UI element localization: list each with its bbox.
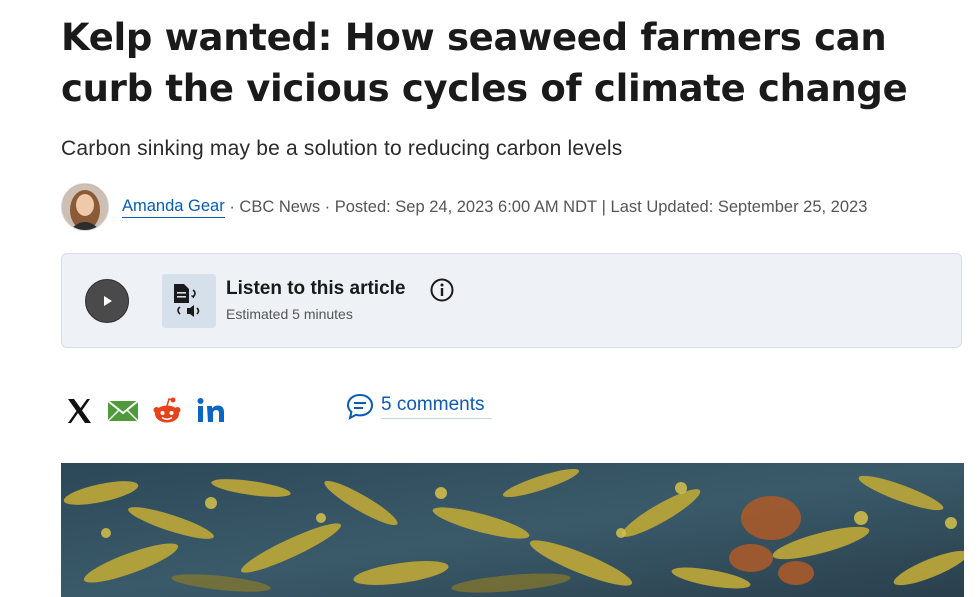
listen-estimate: Estimated 5 minutes: [226, 306, 353, 322]
share-reddit-button[interactable]: [149, 393, 185, 429]
comments-link[interactable]: 5 comments: [346, 392, 493, 420]
byline-source: · CBC News ·: [224, 197, 335, 216]
listen-title: Listen to this article: [226, 278, 406, 299]
play-icon: [104, 296, 112, 306]
comment-bubble-icon: [346, 393, 374, 420]
share-linkedin-button[interactable]: [193, 393, 229, 429]
play-button[interactable]: [85, 279, 129, 323]
linkedin-icon: [197, 398, 224, 422]
x-icon: [68, 399, 91, 423]
reddit-icon: [153, 397, 181, 423]
info-icon[interactable]: [430, 278, 454, 302]
updated-date: Last Updated: September 25, 2023: [610, 197, 868, 216]
article-headline: Kelp wanted: How seaweed farmers can cur…: [61, 16, 908, 110]
posted-date: Posted: Sep 24, 2023 6:00 AM NDT: [334, 197, 598, 216]
comments-count[interactable]: 5 comments: [381, 394, 493, 419]
byline: Amanda Gear · CBC News · Posted: Sep 24,…: [61, 183, 867, 231]
audio-player: Listen to this article Estimated 5 minut…: [61, 253, 962, 348]
byline-separator: |: [597, 197, 611, 216]
share-email-button[interactable]: [105, 393, 141, 429]
hero-image: [61, 463, 964, 597]
text-to-speech-icon: [162, 274, 216, 328]
email-icon: [107, 400, 139, 422]
article-dek: Carbon sinking may be a solution to redu…: [61, 137, 623, 160]
share-x-button[interactable]: [61, 393, 97, 429]
share-bar: [61, 390, 237, 432]
author-avatar[interactable]: [61, 183, 109, 231]
author-link[interactable]: Amanda Gear: [122, 197, 225, 218]
